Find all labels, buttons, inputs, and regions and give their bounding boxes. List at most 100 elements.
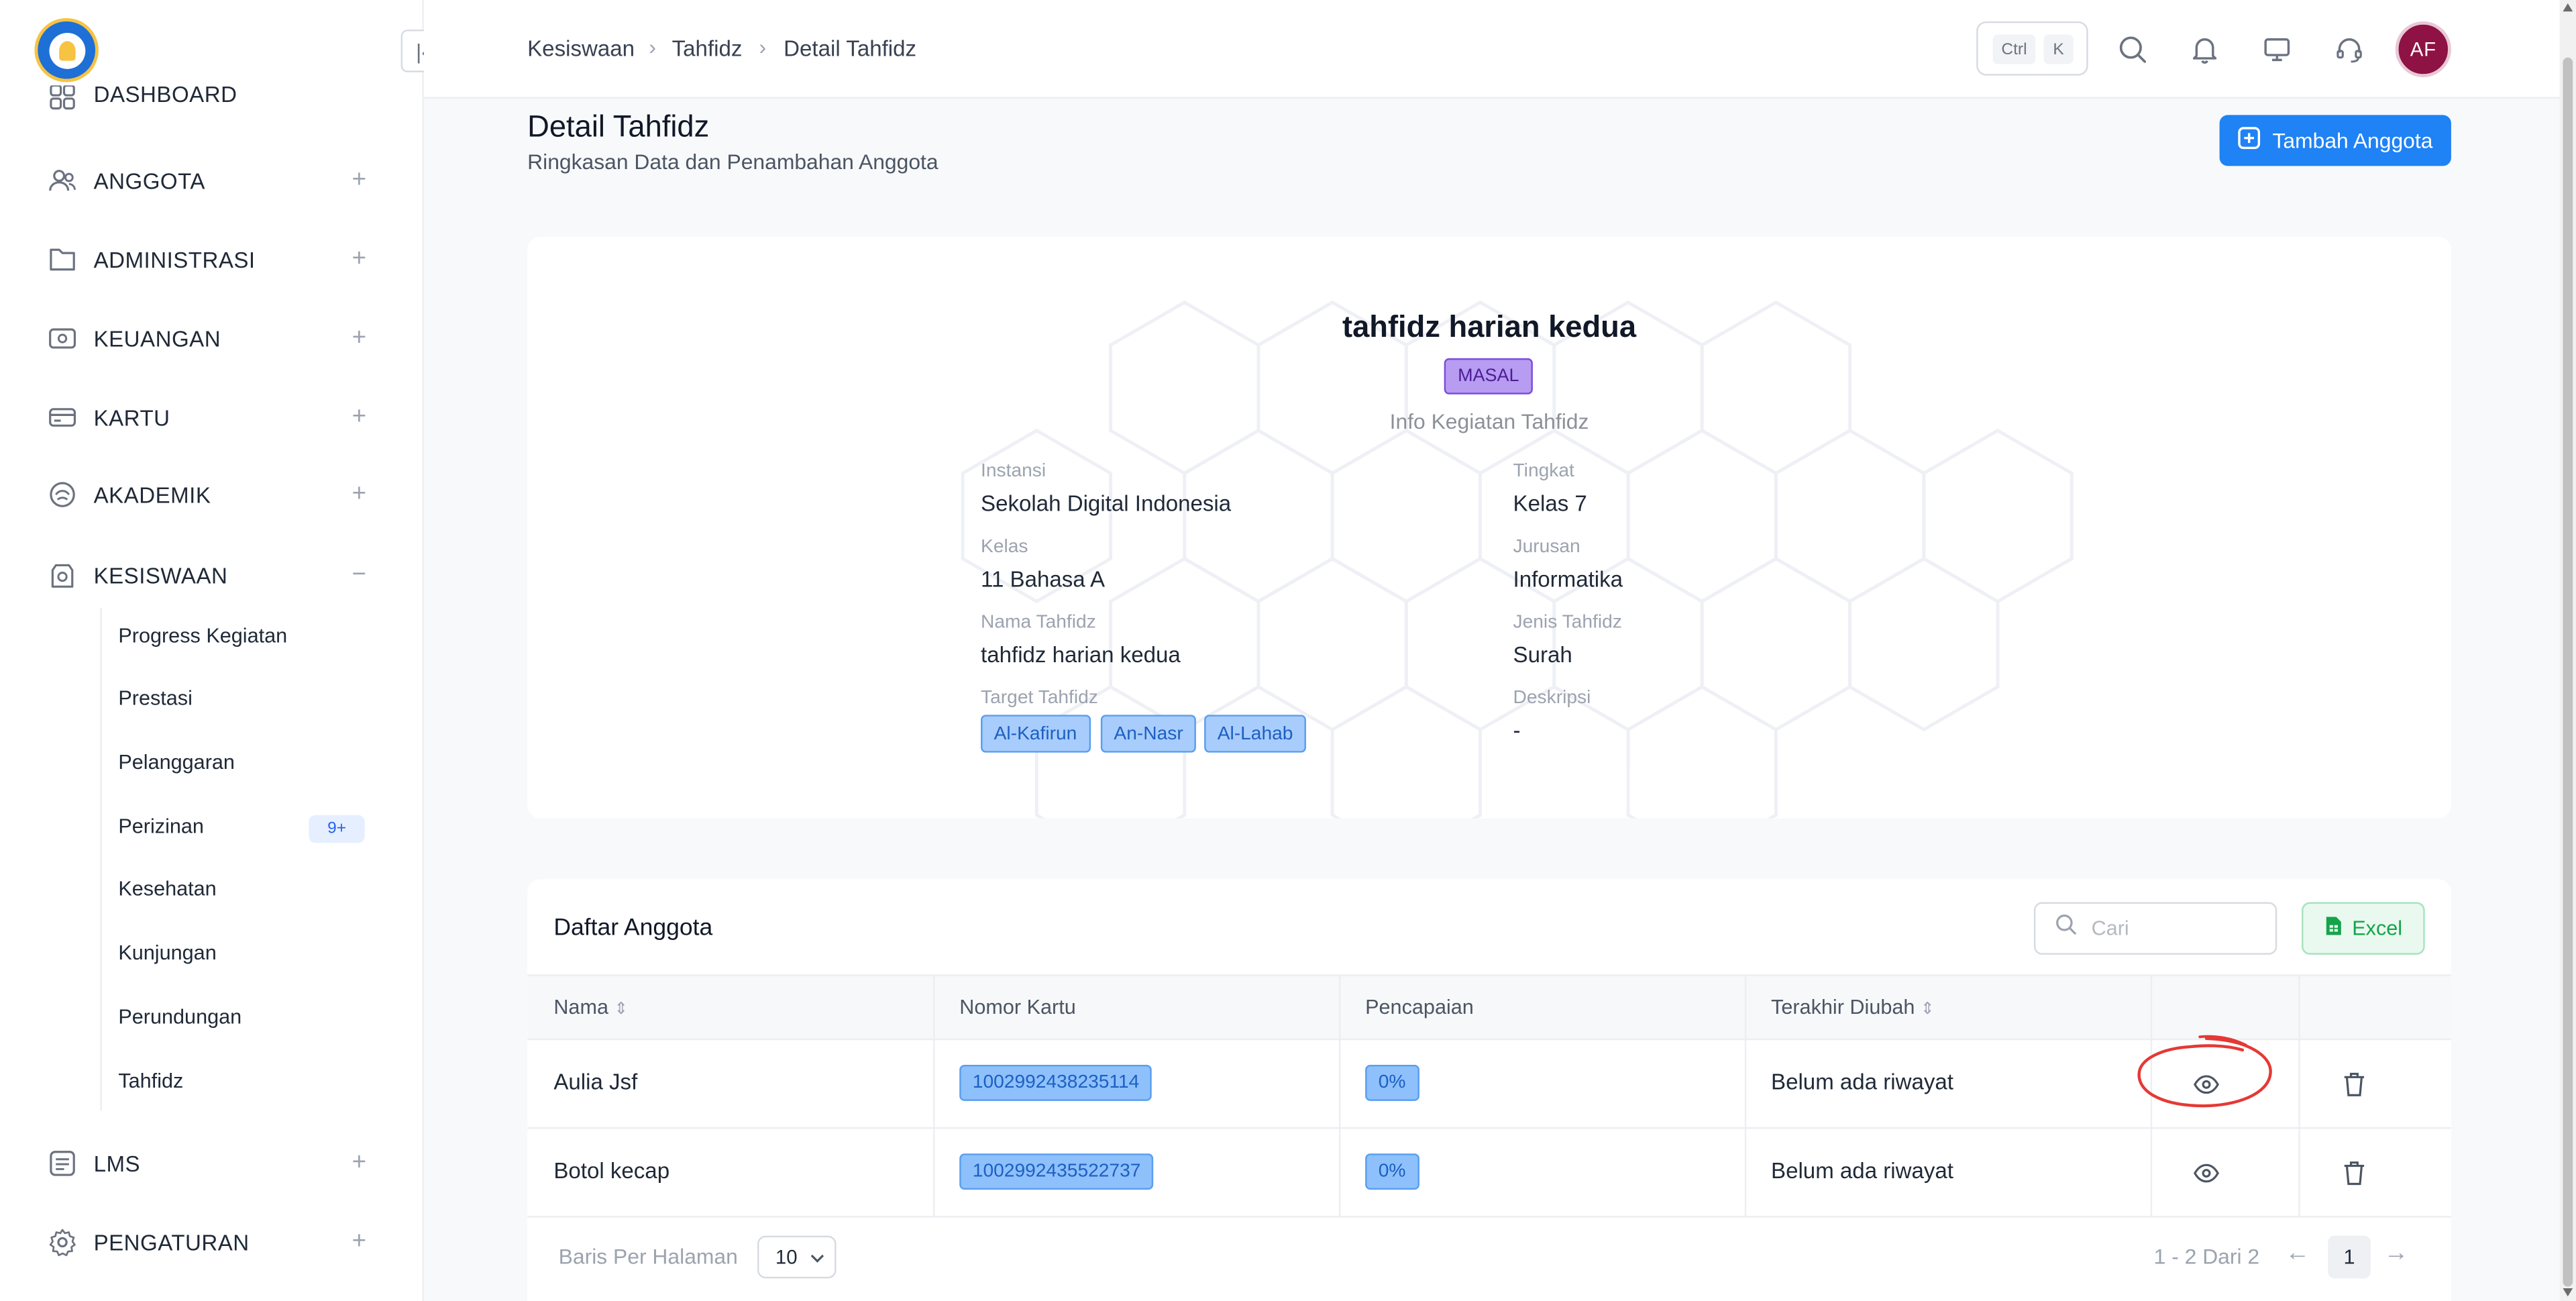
search-input[interactable]: Cari: [2033, 902, 2277, 955]
achievement: 0%: [1365, 1153, 1419, 1190]
export-excel-button[interactable]: Excel: [2302, 902, 2425, 955]
rows-per-page-select[interactable]: 10: [757, 1235, 837, 1279]
user-avatar[interactable]: AF: [2395, 21, 2451, 78]
table-row: Botol kecap 1002992435522737 0% Belum ad…: [527, 1129, 2451, 1218]
notification-badge: 9+: [309, 815, 365, 843]
sidebar-item-label: KARTU: [93, 405, 170, 430]
tingkat-label: Tingkat: [1513, 462, 1574, 482]
expand-icon[interactable]: +: [352, 1147, 366, 1180]
expand-icon[interactable]: +: [352, 322, 366, 355]
sidebar-item-lms[interactable]: LMS +: [48, 1144, 366, 1184]
target-tahfidz-label: Target Tahfidz: [981, 688, 1098, 709]
expand-icon[interactable]: +: [352, 243, 366, 276]
prev-page-arrow-icon[interactable]: ←: [2286, 1239, 2310, 1267]
sort-icon[interactable]: ⇕: [1921, 1000, 1935, 1019]
submenu-line: [100, 608, 102, 1111]
sidebar-item-kesiswaan[interactable]: KESISWAAN −: [48, 556, 366, 595]
academic-icon: [48, 480, 77, 509]
submenu-progress-kegiatan[interactable]: Progress Kegiatan: [118, 625, 287, 647]
breadcrumb-tahfidz[interactable]: Tahfidz: [672, 36, 743, 61]
sidebar-item-akademik[interactable]: AKADEMIK +: [48, 475, 366, 515]
scrollbar[interactable]: [2559, 0, 2576, 1301]
target-tag: An-Nasr: [1100, 715, 1197, 753]
breadcrumb-kesiswaan[interactable]: Kesiswaan: [527, 36, 635, 61]
sidebar-item-administrasi[interactable]: ADMINISTRASI +: [48, 240, 366, 280]
collapse-icon[interactable]: −: [352, 559, 366, 592]
lms-icon: [48, 1149, 77, 1178]
sidebar-item-label: AKADEMIK: [93, 482, 211, 507]
kelas-label: Kelas: [981, 537, 1028, 558]
column-terakhir-diubah[interactable]: Terakhir Diubah ⇕: [1771, 996, 1934, 1019]
sidebar-item-kartu[interactable]: KARTU +: [48, 398, 366, 437]
add-member-button[interactable]: Tambah Anggota: [2219, 115, 2451, 166]
sidebar-item-pengaturan[interactable]: PENGATURAN +: [48, 1222, 366, 1262]
table-title: Daftar Anggota: [553, 915, 713, 942]
next-page-arrow-icon[interactable]: →: [2383, 1239, 2408, 1267]
trash-icon[interactable]: [2338, 1157, 2371, 1190]
expand-icon[interactable]: +: [352, 478, 366, 511]
jurusan-value: Informatika: [1513, 566, 1623, 592]
expand-icon[interactable]: +: [352, 164, 366, 197]
excel-label: Excel: [2352, 917, 2403, 940]
sidebar-item-dashboard[interactable]: DASHBOARD: [48, 85, 366, 121]
submenu-kunjungan[interactable]: Kunjungan: [118, 941, 216, 964]
deskripsi-label: Deskripsi: [1513, 688, 1591, 709]
type-badge: MASAL: [1444, 358, 1533, 395]
wallet-icon: [48, 323, 77, 353]
instansi-label: Instansi: [981, 462, 1046, 482]
sidebar-item-label: ADMINISTRASI: [93, 247, 256, 272]
member-name: Aulia Jsf: [553, 1070, 638, 1095]
submenu-perundungan[interactable]: Perundungan: [118, 1006, 241, 1029]
chevron-down-icon: [810, 1245, 825, 1268]
sort-icon[interactable]: ⇕: [614, 1000, 629, 1019]
folder-icon: [48, 245, 77, 274]
card-number: 1002992438235114: [959, 1064, 1152, 1101]
column-nomor-kartu: Nomor Kartu: [959, 996, 1076, 1019]
monitor-icon[interactable]: [2261, 33, 2294, 66]
jurusan-label: Jurusan: [1513, 537, 1580, 558]
scrollbar-thumb[interactable]: [2563, 57, 2573, 1287]
add-member-label: Tambah Anggota: [2272, 128, 2433, 153]
page-subtitle: Ringkasan Data dan Penambahan Anggota: [527, 149, 938, 174]
trash-icon[interactable]: [2338, 1068, 2371, 1101]
page-number-button[interactable]: 1: [2328, 1235, 2371, 1279]
info-subtitle: Info Kegiatan Tahfidz: [1389, 409, 1589, 434]
spreadsheet-icon: [2324, 915, 2343, 941]
bell-icon[interactable]: [2188, 33, 2221, 66]
scroll-down-icon[interactable]: [2563, 1288, 2573, 1297]
search-icon[interactable]: [2116, 33, 2149, 66]
rows-per-page-value: 10: [775, 1245, 798, 1269]
members-table-card: Daftar Anggota Cari Excel Nama ⇕ Nomor K…: [527, 879, 2451, 1301]
expand-icon[interactable]: +: [352, 1226, 366, 1259]
school-logo[interactable]: [34, 17, 99, 83]
jenis-tahfidz-value: Surah: [1513, 642, 1572, 668]
submenu-perizinan[interactable]: Perizinan: [118, 815, 204, 838]
sidebar-item-label: KESISWAAN: [93, 562, 228, 588]
submenu-prestasi[interactable]: Prestasi: [118, 687, 193, 710]
page-title: Detail Tahfidz: [527, 108, 710, 144]
target-tag: Al-Kafirun: [981, 715, 1090, 753]
column-nama[interactable]: Nama ⇕: [553, 996, 628, 1019]
tahfidz-title: tahfidz harian kedua: [1342, 309, 1637, 344]
kbd-ctrl: Ctrl: [1992, 34, 2036, 64]
sidebar-item-label: LMS: [93, 1151, 141, 1176]
plus-square-icon: [2238, 127, 2261, 155]
submenu-tahfidz[interactable]: Tahfidz: [118, 1070, 183, 1092]
headset-icon[interactable]: [2333, 33, 2366, 66]
sidebar-item-keuangan[interactable]: KEUANGAN +: [48, 319, 366, 358]
column-pencapaian: Pencapaian: [1365, 996, 1474, 1019]
card-icon: [48, 403, 77, 432]
sidebar-item-anggota[interactable]: ANGGOTA +: [48, 161, 366, 201]
student-icon: [48, 560, 77, 590]
submenu-kesehatan[interactable]: Kesehatan: [118, 878, 216, 900]
command-palette-shortcut[interactable]: Ctrl K: [1976, 21, 2088, 76]
expand-icon[interactable]: +: [352, 401, 366, 434]
member-name: Botol kecap: [553, 1158, 670, 1184]
last-modified: Belum ada riwayat: [1771, 1070, 1954, 1095]
table-header: Nama ⇕ Nomor Kartu Pencapaian Terakhir D…: [527, 974, 2451, 1041]
sidebar-item-label: KEUANGAN: [93, 326, 221, 351]
submenu-pelanggaran[interactable]: Pelanggaran: [118, 751, 235, 774]
scroll-up-icon[interactable]: [2563, 3, 2573, 12]
nama-tahfidz-value: tahfidz harian kedua: [981, 642, 1181, 668]
eye-icon[interactable]: [2190, 1157, 2223, 1190]
